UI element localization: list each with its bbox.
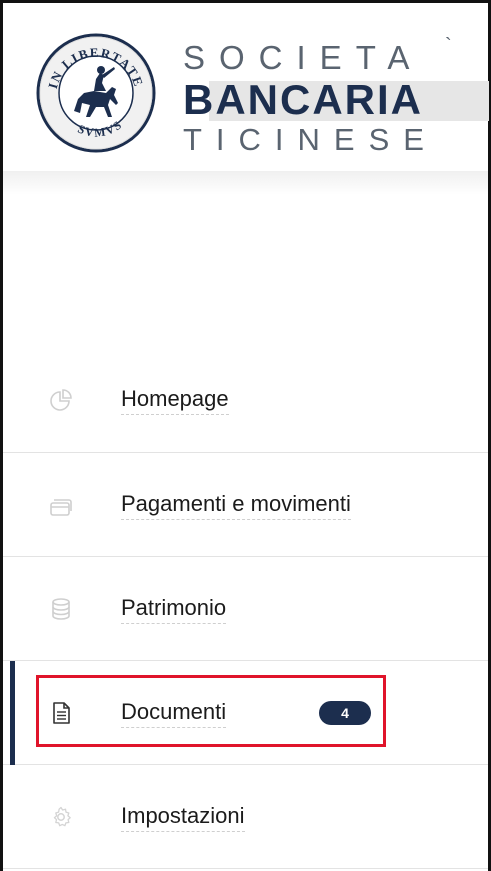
active-indicator [10,661,15,765]
sidebar-item-label: Impostazioni [121,803,245,832]
wordmark-societa: SOCIETA [183,39,424,76]
header-divider [3,171,488,195]
wordmark-ticinese: TICINESE [183,122,438,157]
sidebar-item-pagamenti[interactable]: Pagamenti e movimenti [3,453,488,557]
sidebar-item-homepage[interactable]: Homepage [3,348,488,453]
database-icon [52,598,70,620]
sidebar-item-label: Homepage [121,386,229,415]
sidebar-item-label: Patrimonio [121,595,227,624]
cards-icon [50,499,72,516]
annotation-highlight-box [36,675,386,747]
sidebar-item-impostazioni[interactable]: Impostazioni [3,765,488,869]
pie-chart-icon [50,389,72,411]
sidebar-item-patrimonio[interactable]: Patrimonio [3,557,488,661]
wordmark-bancaria: BANCARIA [183,76,423,123]
wordmark-accent: ` [445,35,452,57]
bank-wordmark: SOCIETA ` BANCARIA TICINESE [183,35,489,157]
brand-header: IN LIBERTATE SVMVS SOCIETA ` BANCARIA TI… [3,3,489,171]
horse-rider-seal-icon: IN LIBERTATE SVMVS [36,33,156,153]
sidebar-item-label: Pagamenti e movimenti [121,491,351,520]
gear-icon [53,806,71,827]
sidebar-nav: Homepage Pagamenti e movimenti Patrimoni… [3,348,488,869]
